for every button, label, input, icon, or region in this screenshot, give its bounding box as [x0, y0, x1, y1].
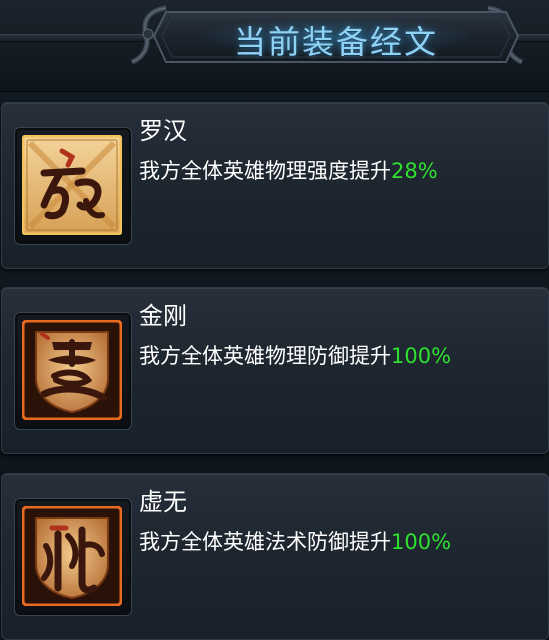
scripture-effect-text: 我方全体英雄物理强度提升	[139, 159, 391, 183]
scripture-description: 我方全体英雄物理强度提升28%	[139, 156, 438, 186]
scripture-description: 我方全体英雄法术防御提升100%	[139, 527, 451, 557]
scripture-effect-text: 我方全体英雄法术防御提升	[139, 530, 391, 554]
scripture-bonus-value: 28%	[391, 159, 438, 183]
luohan-scripture-icon	[22, 135, 122, 235]
equipped-scriptures-panel: 当前装备经文 罗汉 我方全体英雄物理强度提升28% 金刚 我方全体英雄物理防御提…	[0, 0, 549, 640]
scripture-description: 我方全体英雄物理防御提升100%	[139, 341, 451, 371]
scripture-name: 虚无	[139, 488, 187, 516]
title-plate: 当前装备经文	[150, 6, 522, 68]
scripture-icon-frame	[14, 498, 132, 616]
xuwu-scripture-icon	[22, 506, 122, 606]
scripture-name: 罗汉	[139, 117, 187, 145]
header-divider	[0, 91, 549, 92]
scripture-bonus-value: 100%	[391, 344, 452, 368]
panel-header: 当前装备经文	[0, 0, 549, 92]
page-title: 当前装备经文	[233, 23, 438, 61]
scripture-icon-frame	[14, 312, 132, 430]
scripture-effect-text: 我方全体英雄物理防御提升	[139, 344, 391, 368]
scripture-icon-frame	[14, 127, 132, 245]
scripture-card-luohan[interactable]: 罗汉 我方全体英雄物理强度提升28%	[1, 102, 549, 269]
scripture-card-jingang[interactable]: 金刚 我方全体英雄物理防御提升100%	[1, 287, 549, 454]
scripture-bonus-value: 100%	[391, 530, 452, 554]
scripture-card-xuwu[interactable]: 虚无 我方全体英雄法术防御提升100%	[1, 473, 549, 640]
scripture-name: 金刚	[139, 302, 187, 330]
jingang-scripture-icon	[22, 320, 122, 420]
